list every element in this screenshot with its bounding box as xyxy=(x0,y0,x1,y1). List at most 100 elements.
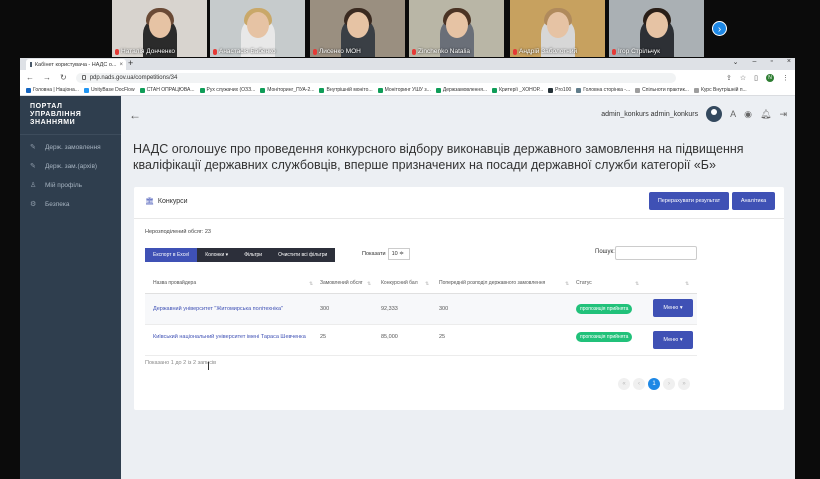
close-tab-icon[interactable]: × xyxy=(119,62,123,68)
last-page-button[interactable]: » xyxy=(678,378,690,390)
page-size: Показати 10 ≑ xyxy=(362,248,410,260)
url-field[interactable]: pdp.nads.gov.ua/competitions/34 xyxy=(75,72,676,83)
preliminary-distribution: 300 xyxy=(439,306,449,312)
bookmark-icon xyxy=(693,87,699,93)
sidebar-item-security[interactable]: ⚙ Безпека xyxy=(20,195,121,214)
page-size-select[interactable]: 10 ≑ xyxy=(387,248,410,260)
filters-button[interactable]: Фільтри xyxy=(236,248,271,262)
bookmark-item[interactable]: Внутрішній моніто... xyxy=(319,87,373,93)
bookmark-item[interactable]: Спільноти практик... xyxy=(635,87,689,93)
browser-tab[interactable]: Кабінет користувача - НАДС о... × xyxy=(26,59,126,70)
bookmark-item[interactable]: СТАН ОПРАЦЮВА... xyxy=(139,87,195,93)
sort-icon[interactable]: ⇅ xyxy=(635,281,639,287)
column-header[interactable]: Назва провайдера xyxy=(153,280,196,286)
share-icon[interactable]: ⇪ xyxy=(726,74,732,82)
row-menu-button[interactable]: Меню ▾ xyxy=(653,299,693,317)
mic-muted-icon xyxy=(313,48,317,55)
bookmark-item[interactable]: Критерії _ХОНОР... xyxy=(492,87,543,93)
sidebar-item-profile[interactable]: ♙ Мій профіль xyxy=(20,176,121,195)
avatar[interactable] xyxy=(706,106,723,122)
card-title: Конкурси xyxy=(157,197,188,205)
sidebar: ПОРТАЛ УПРАВЛІННЯ ЗНАННЯМИ ✎ Держ. замов… xyxy=(20,96,121,479)
chevron-down-icon[interactable]: ⌄ xyxy=(733,58,739,66)
sidebar-toggle-icon[interactable]: ▯ xyxy=(754,74,758,82)
sidebar-item-state-order[interactable]: ✎ Держ. замовлення xyxy=(20,138,121,157)
new-tab-button[interactable]: + xyxy=(128,58,133,68)
back-arrow-icon[interactable]: ← xyxy=(26,73,34,82)
records-info: Показано 1 до 2 із 2 записів xyxy=(145,360,217,366)
portal-logo[interactable]: ПОРТАЛ УПРАВЛІННЯ ЗНАННЯМИ xyxy=(20,96,121,135)
forward-arrow-icon[interactable]: → xyxy=(43,73,51,82)
participant-tile[interactable]: Наталія Донченко xyxy=(112,0,207,57)
sidebar-nav: ✎ Держ. замовлення ✎ Держ. зам.(архів) ♙… xyxy=(20,135,121,214)
video-call-strip: Наталія Донченко Анастасія Бабенко Лисен… xyxy=(0,0,820,58)
column-header[interactable]: Конкурсний бал xyxy=(381,280,418,286)
recalculate-button[interactable]: Перерахувати результат xyxy=(649,192,729,210)
table-row: Київський національний університет імені… xyxy=(145,325,697,356)
bookmark-item[interactable]: Держзамовлення... xyxy=(435,87,487,93)
font-size-icon[interactable]: A xyxy=(730,109,736,119)
search-input[interactable] xyxy=(615,246,697,260)
column-header[interactable]: Статус xyxy=(576,280,592,286)
bookmark-item[interactable]: Моніторинг УШУ з... xyxy=(377,87,431,93)
next-participants-button[interactable]: › xyxy=(712,21,727,36)
first-page-button[interactable]: « xyxy=(618,378,630,390)
participant-tile[interactable]: Zinchenko Natalia xyxy=(409,0,504,57)
sidebar-item-state-order-archive[interactable]: ✎ Держ. зам.(архів) xyxy=(20,157,121,176)
participant-name: Лисенко МОН xyxy=(319,48,361,55)
page-button[interactable]: 1 xyxy=(648,378,660,390)
reload-icon[interactable]: ↻ xyxy=(60,73,67,82)
next-page-button[interactable]: › xyxy=(663,378,675,390)
bookmark-item[interactable]: Головна | Націона... xyxy=(26,87,79,93)
bookmark-item[interactable]: Курс Внутрішній п... xyxy=(693,87,747,93)
bookmark-item[interactable]: Рух служачих (ОЗЗ... xyxy=(199,87,255,93)
user-area: admin_konkurs admin_konkurs A ◉ 🔔︎ ⇥ xyxy=(601,106,787,122)
table-row: Державний університет "Житомирська політ… xyxy=(145,294,697,325)
provider-link[interactable]: Державний університет "Житомирська політ… xyxy=(153,306,283,312)
bell-icon[interactable]: 🔔︎ xyxy=(760,109,771,120)
status-badge: пропозиція прийнята xyxy=(576,304,633,314)
star-icon[interactable]: ☆ xyxy=(740,74,746,82)
column-header[interactable]: Попередній розподіл державного замовленн… xyxy=(439,280,545,286)
sort-icon[interactable]: ⇅ xyxy=(565,281,569,287)
clear-filters-button[interactable]: Очистити всі фільтри xyxy=(270,248,336,262)
minimize-icon[interactable]: – xyxy=(753,58,757,66)
bookmark-icon xyxy=(199,87,205,93)
participant-tile[interactable]: Андрій Заболотний xyxy=(510,0,605,57)
username[interactable]: admin_konkurs admin_konkurs xyxy=(601,111,698,118)
ordered-volume: 300 xyxy=(320,306,330,312)
browser-window: Кабінет користувача - НАДС о... × + ⌄ – … xyxy=(20,58,795,479)
bookmark-icon xyxy=(435,87,441,93)
columns-button[interactable]: Колонки ▾ xyxy=(197,248,237,262)
bookmark-item[interactable]: UnityBase DocFlow xyxy=(83,87,135,93)
eye-icon[interactable]: ◉ xyxy=(744,109,752,120)
row-menu-button[interactable]: Меню ▾ xyxy=(653,331,693,349)
bookmark-item[interactable]: Pro100 xyxy=(548,87,571,93)
sort-icon[interactable]: ⇅ xyxy=(309,281,313,287)
profile-avatar[interactable]: N xyxy=(766,73,774,82)
kebab-menu-icon[interactable]: ⋮ xyxy=(782,74,789,82)
participant-tile[interactable]: Анастасія Бабенко xyxy=(210,0,305,57)
column-header[interactable]: Замовлений обсяг xyxy=(320,280,363,286)
sort-icon[interactable]: ⇅ xyxy=(367,281,371,287)
export-excel-button[interactable]: Експорт в Excel xyxy=(145,248,198,262)
sort-icon[interactable]: ⇅ xyxy=(685,281,689,287)
close-window-icon[interactable]: × xyxy=(787,58,791,66)
address-bar: ← → ↻ pdp.nads.gov.ua/competitions/34 ⇪ … xyxy=(20,70,795,85)
participant-tile[interactable]: Лисенко МОН xyxy=(310,0,405,57)
participant-tile[interactable]: Ігор Стрільчук xyxy=(609,0,704,57)
mic-muted-icon xyxy=(612,48,616,55)
bookmark-icon xyxy=(260,87,266,93)
back-arrow-icon[interactable]: ← xyxy=(129,108,141,122)
logout-icon[interactable]: ⇥ xyxy=(779,109,787,120)
competition-score: 85,000 xyxy=(381,334,398,340)
participant-name: Zinchenko Natalia xyxy=(418,48,471,55)
analytics-button[interactable]: Аналітика xyxy=(732,192,775,210)
bookmark-item[interactable]: Моніторинг_ПУА-2... xyxy=(260,87,314,93)
web-app: ПОРТАЛ УПРАВЛІННЯ ЗНАННЯМИ ✎ Держ. замов… xyxy=(20,96,795,479)
bookmark-item[interactable]: Головна сторінка -... xyxy=(576,87,630,93)
restore-icon[interactable]: ▫ xyxy=(770,58,772,66)
provider-link[interactable]: Київський національний університет імені… xyxy=(153,334,306,340)
sort-icon[interactable]: ⇅ xyxy=(425,281,429,287)
prev-page-button[interactable]: ‹ xyxy=(633,378,645,390)
